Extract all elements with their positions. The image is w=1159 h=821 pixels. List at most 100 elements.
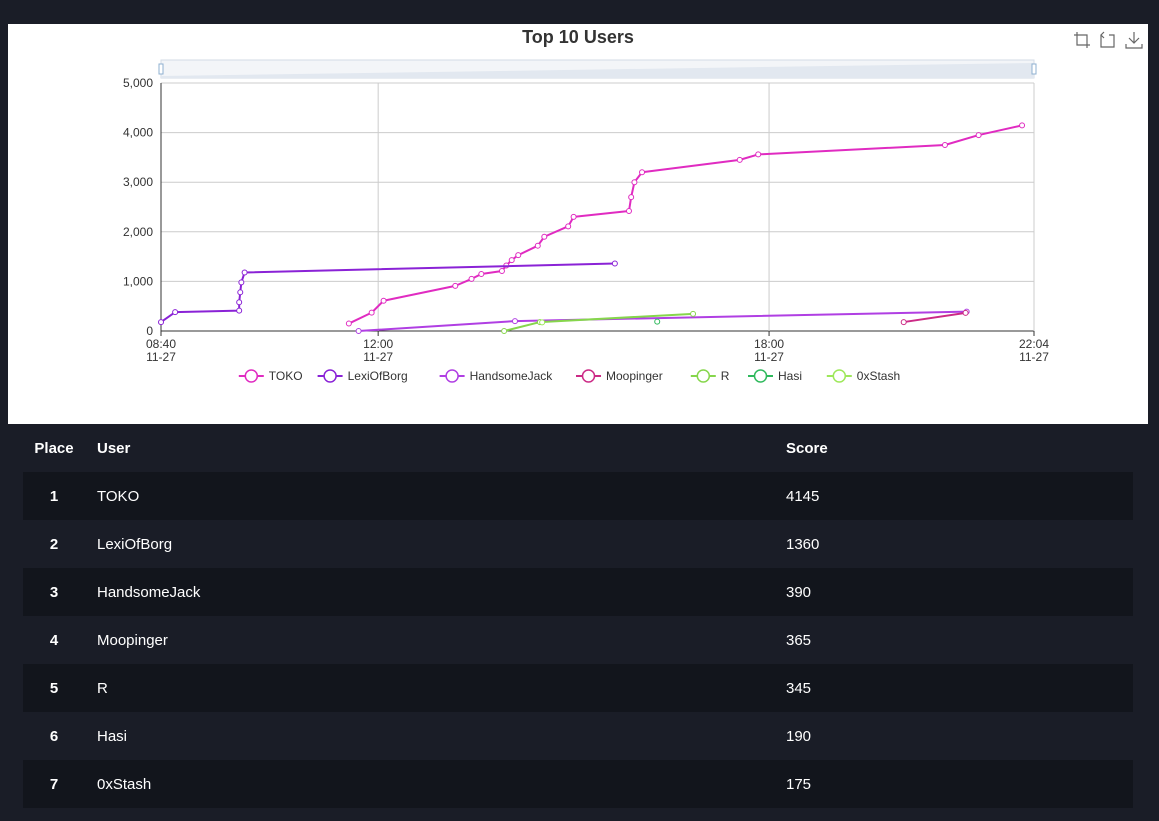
x-tick-label: 18:00: [754, 337, 784, 351]
data-point-R: [501, 328, 508, 334]
series-line-LexiOfBorg: [160, 262, 615, 323]
data-point-TOKO: [1019, 122, 1026, 129]
legend-swatch-marker: [581, 369, 596, 383]
data-point-TOKO: [508, 257, 515, 264]
data-point-LexiOfBorg: [236, 307, 243, 314]
data-point-Hasi: [654, 318, 661, 325]
legend-label: Moopinger: [606, 369, 663, 383]
legend-item-0xStash[interactable]: 0xStash: [826, 369, 900, 383]
score-cell: 4145: [786, 487, 820, 505]
score-cell: 390: [786, 583, 812, 601]
data-point-TOKO: [755, 151, 762, 158]
chart-title: Top 10 Users: [522, 27, 634, 47]
data-point-LexiOfBorg: [241, 269, 248, 276]
x-tick-date-label: 11-27: [754, 350, 784, 364]
x-tick-date-label: 11-27: [363, 350, 393, 364]
legend-swatch-marker: [244, 369, 259, 383]
data-point-LexiOfBorg: [238, 279, 245, 286]
legend-label: Hasi: [778, 369, 802, 383]
legend-swatch-marker: [323, 369, 337, 383]
data-point-TOKO: [565, 223, 572, 230]
table-row: 5 R 345: [23, 664, 1133, 712]
place-cell: 1: [49, 487, 59, 505]
score-cell: 1360: [786, 535, 820, 553]
place-cell: 7: [49, 775, 59, 793]
score-cell: 190: [786, 727, 812, 745]
restore-icon[interactable]: [1098, 30, 1118, 50]
user-cell: 0xStash: [97, 775, 152, 793]
score-cell: 175: [786, 775, 812, 793]
datazoom-right-handle[interactable]: [1031, 63, 1037, 75]
data-point-TOKO: [736, 156, 743, 163]
legend-item-HandsomeJack[interactable]: HandsomeJack: [439, 369, 554, 383]
legend-label: TOKO: [269, 369, 303, 383]
y-tick-label: 4,000: [123, 126, 153, 140]
legend-item-Hasi[interactable]: Hasi: [748, 369, 802, 383]
data-point-0xStash: [539, 319, 546, 326]
score-header[interactable]: Score: [786, 424, 1133, 472]
data-point-TOKO: [380, 297, 387, 304]
place-header[interactable]: Place: [23, 424, 85, 472]
user-cell: Hasi: [97, 727, 128, 745]
y-tick-label: 5,000: [123, 76, 153, 90]
legend-swatch-marker: [696, 369, 711, 383]
table-row: 3 HandsomeJack 390: [23, 568, 1133, 616]
table-header-row: Place User Score: [23, 424, 1133, 472]
legend-label: LexiOfBorg: [348, 369, 408, 383]
x-tick-label: 08:40: [146, 337, 176, 351]
legend-item-Moopinger[interactable]: Moopinger: [576, 369, 663, 383]
data-point-TOKO: [631, 179, 638, 186]
legend-swatch-marker: [832, 369, 847, 383]
data-point-HandsomeJack: [511, 318, 518, 325]
series-line-TOKO: [348, 124, 1023, 325]
user-header[interactable]: User: [85, 424, 786, 472]
table-row: 4 Moopinger 365: [23, 616, 1133, 664]
user-cell: Moopinger: [97, 631, 168, 649]
data-point-Moopinger: [962, 309, 969, 316]
data-point-TOKO: [452, 282, 459, 289]
y-tick-label: 0: [146, 324, 153, 338]
data-point-TOKO: [941, 142, 948, 148]
place-cell: 2: [49, 535, 59, 553]
legend-label: HandsomeJack: [470, 369, 554, 383]
legend-item-R[interactable]: R: [690, 369, 730, 383]
data-point-TOKO: [639, 169, 646, 176]
data-point-TOKO: [468, 275, 475, 282]
data-point-TOKO: [498, 267, 505, 274]
legend-label: 0xStash: [857, 369, 900, 383]
legend-label: R: [721, 369, 730, 383]
table-row: 1 TOKO 4145: [23, 472, 1133, 520]
table-row: 2 LexiOfBorg 1360: [23, 520, 1133, 568]
data-point-HandsomeJack: [355, 328, 362, 334]
chart-panel: Top 10 Users 0 1,000 2,000 3,000 4,000 5,000 08…: [8, 24, 1148, 424]
place-cell: 4: [49, 631, 59, 649]
data-point-LexiOfBorg: [236, 299, 243, 306]
legend-swatch-marker: [445, 369, 459, 383]
legend-swatch-marker: [753, 369, 768, 383]
data-point-TOKO: [515, 252, 522, 259]
table-row: 6 Hasi 190: [23, 712, 1133, 760]
table-row: 7 0xStash 175: [23, 760, 1133, 808]
series-line-R: [503, 312, 694, 332]
zoom-icon[interactable]: [1072, 30, 1092, 50]
datazoom-left-handle[interactable]: [158, 63, 164, 75]
legend-item-TOKO[interactable]: TOKO: [238, 369, 303, 383]
data-point-TOKO: [345, 320, 352, 327]
score-cell: 345: [786, 679, 812, 697]
x-tick-label: 12:00: [363, 337, 393, 351]
place-cell: 5: [49, 679, 59, 697]
score-cell: 365: [786, 631, 812, 649]
data-point-TOKO: [478, 270, 485, 277]
legend-item-LexiOfBorg[interactable]: LexiOfBorg: [317, 369, 408, 383]
data-point-TOKO: [570, 213, 577, 220]
data-point-TOKO: [625, 207, 632, 214]
chart-canvas: Top 10 Users 0 1,000 2,000 3,000 4,000 5,000 08…: [123, 27, 1049, 383]
data-point-LexiOfBorg: [237, 289, 244, 296]
data-point-TOKO: [368, 309, 375, 316]
data-point-TOKO: [534, 242, 541, 249]
user-cell: LexiOfBorg: [97, 535, 173, 553]
data-point-LexiOfBorg: [172, 309, 179, 316]
y-tick-label: 2,000: [123, 225, 153, 239]
data-point-LexiOfBorg: [611, 260, 618, 267]
download-icon[interactable]: [1124, 30, 1144, 50]
